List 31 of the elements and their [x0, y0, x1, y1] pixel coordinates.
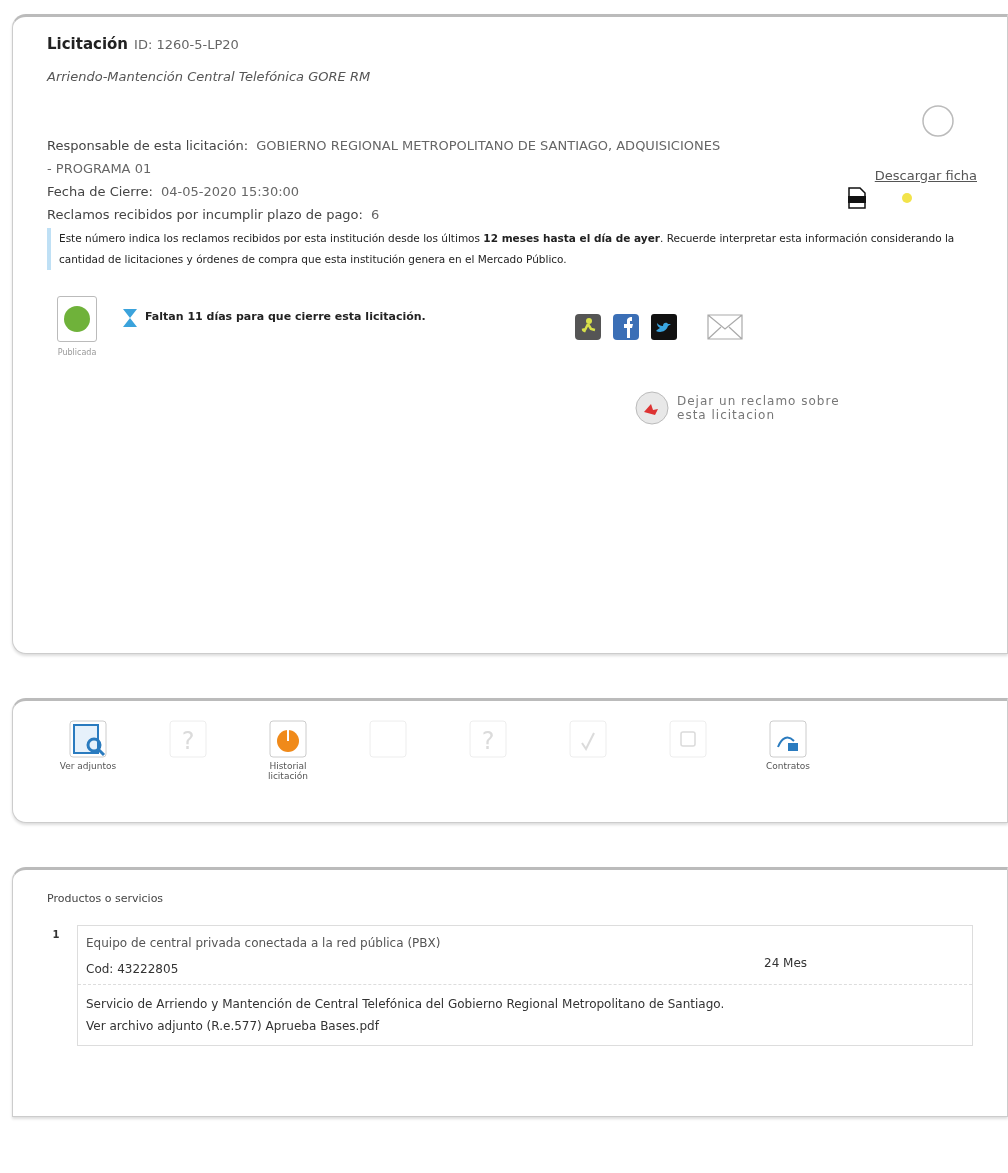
status-label: Publicada	[57, 348, 97, 357]
attachment-search-icon[interactable]	[68, 719, 108, 759]
toolbar-label: Ver adjuntos	[58, 761, 118, 771]
circle-icon	[921, 104, 955, 138]
product-code: Cod: 43222805	[86, 962, 180, 976]
info-line: Fecha de Cierre: 04-05-2020 15:30:00	[47, 183, 301, 201]
download-link[interactable]: Descargar ficha	[874, 168, 977, 183]
tender-id: ID: 1260-5-LP20	[134, 37, 239, 52]
toolbar-label: Historial licitación	[266, 761, 310, 781]
countdown-text: Faltan 11 días para que cierre esta licitación.	[145, 310, 427, 323]
item-number: 1	[51, 928, 61, 942]
history-icon[interactable]	[268, 719, 308, 759]
complaint-icon[interactable]	[635, 391, 669, 425]
product-description: Servicio de Arriendo y Mantención de Central Telefónica del Gobierno Regional Metropolitano de Santiago. Ver archivo adjunto (R.e.577) Aprueba Bases.pdf	[85, 996, 726, 1035]
product-name: Equipo de central privada conectada a la red pública (PBX)	[86, 936, 442, 950]
info-line: Responsable de esta licitación: GOBIERNO REGIONAL METROPOLITANO DE SANTIAGO, ADQUISICIONES - PROGRAMA 01	[47, 137, 722, 178]
contract-icon[interactable]	[768, 719, 808, 759]
info-note: Este número indica los reclamos recibidos por esta institución desde los últimos 12 meses hasta el día de ayer. Recuerde interpretar esta información considerando la cantidad de licitaciones y órdenes de compra que esta institución genera en el Mercado Público.	[47, 228, 977, 270]
section-title: Productos o servicios	[47, 892, 165, 905]
bird-icon[interactable]	[651, 314, 677, 340]
tender-subtitle: Arriendo-Mantención Central Telefónica GORE RM	[47, 69, 372, 84]
info-line: Reclamos recibidos por incumplir plazo de pago: 6	[47, 206, 381, 224]
csv-file-icon[interactable]	[847, 187, 867, 209]
share-icon[interactable]	[575, 314, 601, 340]
product-quantity: 24 Mes	[764, 955, 809, 972]
facebook-icon[interactable]	[613, 314, 639, 340]
hourglass-icon	[121, 308, 139, 328]
page-title: Licitación	[47, 35, 129, 53]
toolbar-label: Contratos	[765, 761, 811, 771]
complaint-link[interactable]: Dejar un reclamo sobre esta licitacion	[677, 394, 867, 422]
status-icon	[57, 296, 97, 342]
